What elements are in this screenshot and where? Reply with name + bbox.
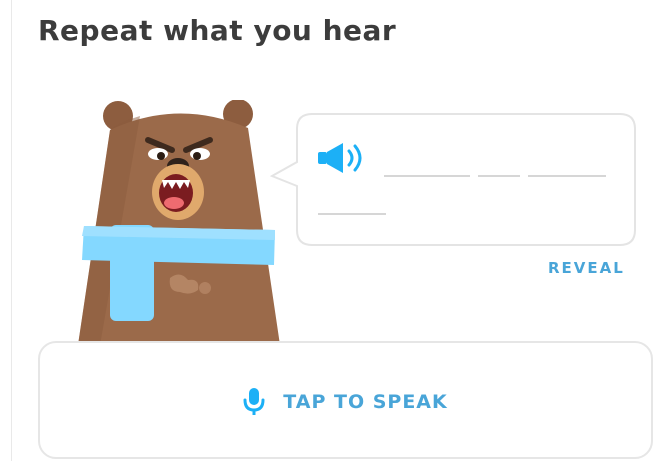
challenge-screen: Repeat what you hear REVEAL TAP TO SPEAK xyxy=(0,0,667,461)
tap-to-speak-button[interactable]: TAP TO SPEAK xyxy=(38,341,653,459)
speaker-icon[interactable] xyxy=(316,140,372,176)
tap-to-speak-label: TAP TO SPEAK xyxy=(283,391,448,413)
microphone-icon xyxy=(243,388,265,415)
answer-blank-4 xyxy=(318,213,386,215)
screen-edge-divider xyxy=(11,0,12,461)
challenge-title: Repeat what you hear xyxy=(38,14,397,47)
reveal-button[interactable]: REVEAL xyxy=(548,259,625,277)
tap-to-speak-content: TAP TO SPEAK xyxy=(40,387,651,417)
answer-blank-3 xyxy=(528,175,606,177)
answer-blank-2 xyxy=(478,175,520,177)
speech-bubble xyxy=(270,113,636,246)
bear-character-icon xyxy=(78,100,280,345)
answer-blank-1 xyxy=(384,175,470,177)
